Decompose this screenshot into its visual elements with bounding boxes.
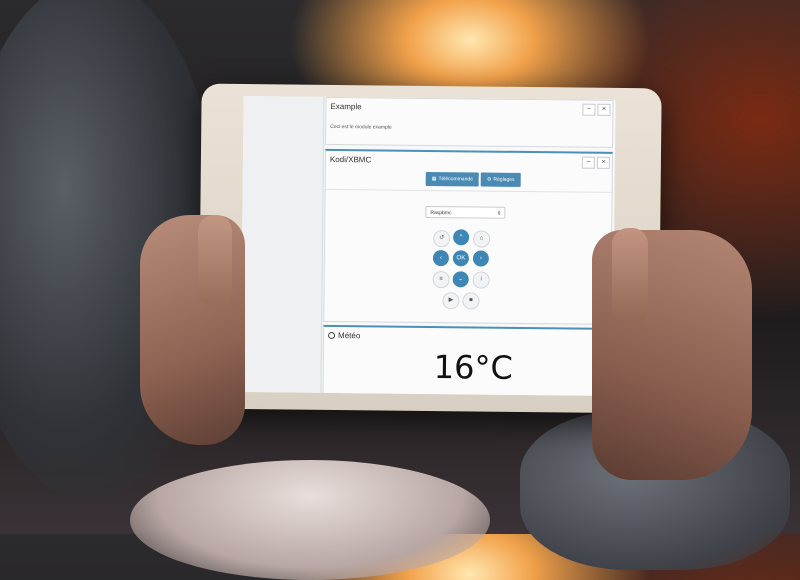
right-button[interactable]: ›: [472, 250, 489, 267]
example-panel-tools: − ×: [582, 103, 611, 116]
left-knee: [130, 460, 490, 580]
tab-divider: [325, 188, 612, 193]
tablet-screen: Example − × Ceci est le module example K…: [240, 96, 616, 396]
menu-button[interactable]: ≡: [432, 271, 450, 289]
meteo-title: Météo: [338, 331, 361, 341]
meteo-panel: Météo 16°C: [322, 324, 612, 396]
screen-sidebar: [240, 96, 325, 393]
tab-telecommande[interactable]: ▦ Télécommande: [425, 171, 480, 187]
remote-control: ↺ ^ ⌂ ‹ OK › ≡ ⌄ i ▶ ■: [430, 229, 501, 321]
kodi-panel: Kodi/XBMC − × ▦ Télécommande ⚙ Réglages …: [323, 148, 614, 325]
home-button[interactable]: ⌂: [473, 230, 491, 248]
device-select-value: Raspbmc: [430, 210, 452, 217]
tab-label: Réglages: [493, 176, 515, 183]
remote-icon: ▦: [431, 176, 437, 183]
down-button[interactable]: ⌄: [452, 271, 469, 288]
example-panel-title: Example: [330, 101, 362, 112]
minimize-button[interactable]: −: [582, 103, 596, 116]
back-button[interactable]: ↺: [433, 230, 451, 248]
tab-reglages[interactable]: ⚙ Réglages: [480, 172, 521, 187]
stop-button[interactable]: ■: [462, 292, 480, 310]
close-button[interactable]: ×: [596, 156, 610, 169]
meteo-header: Météo: [324, 327, 610, 343]
device-select[interactable]: Raspbmc ⇕: [425, 205, 506, 219]
kodi-tabs: ▦ Télécommande ⚙ Réglages: [425, 171, 521, 187]
temperature-value: 16°C: [433, 348, 514, 387]
play-button[interactable]: ▶: [442, 292, 460, 310]
right-thumb: [612, 228, 648, 323]
left-thumb: [198, 215, 232, 305]
kodi-panel-tools: − ×: [581, 156, 610, 169]
radio-icon[interactable]: [328, 331, 336, 340]
up-button[interactable]: ^: [453, 229, 470, 246]
minimize-button[interactable]: −: [581, 156, 595, 169]
info-button[interactable]: i: [472, 271, 490, 289]
example-panel: Example − × Ceci est le module example: [325, 96, 614, 148]
left-button[interactable]: ‹: [432, 250, 449, 267]
close-button[interactable]: ×: [597, 103, 611, 116]
tab-label: Télécommande: [438, 176, 473, 183]
ok-button[interactable]: OK: [452, 250, 469, 267]
chevron-down-icon: ⇕: [497, 210, 502, 217]
gear-icon: ⚙: [486, 176, 492, 183]
